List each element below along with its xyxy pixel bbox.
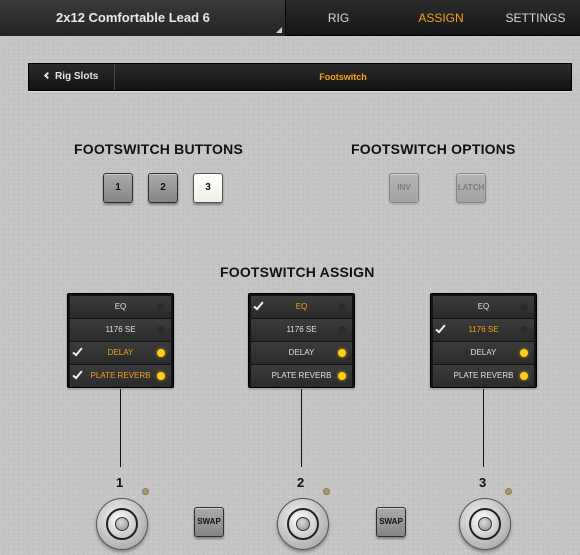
effect-led-icon — [157, 303, 165, 311]
footswitch-assign-heading: FOOTSWITCH ASSIGN — [220, 264, 375, 280]
footswitch-button-3[interactable]: 3 — [193, 173, 223, 203]
effect-led-icon — [157, 372, 165, 380]
assign-list-1: EQ 1176 SE DELAY PLATE REVERB — [67, 293, 174, 388]
assign-item-1176-se[interactable]: 1176 SE — [70, 319, 171, 341]
jack-core-icon — [115, 517, 129, 531]
effect-led-icon — [520, 326, 528, 334]
assign-item-label: EQ — [477, 302, 490, 311]
footswitch-buttons-heading: FOOTSWITCH BUTTONS — [74, 141, 243, 157]
assign-item-plate-reverb[interactable]: PLATE REVERB — [70, 365, 171, 387]
assign-item-delay[interactable]: DELAY — [251, 342, 352, 364]
assign-item-delay[interactable]: DELAY — [433, 342, 534, 364]
assign-list-2: EQ 1176 SE DELAY PLATE REVERB — [248, 293, 355, 388]
checkmark-icon — [253, 299, 264, 311]
effect-led-icon — [157, 349, 165, 357]
assign-item-label: PLATE REVERB — [271, 371, 332, 380]
assign-list-3: EQ 1176 SE DELAY PLATE REVERB — [430, 293, 537, 388]
assign-item-eq[interactable]: EQ — [70, 296, 171, 318]
assign-item-label: DELAY — [470, 348, 497, 357]
jack-ring-icon — [106, 508, 138, 540]
jack-ring-icon — [469, 508, 501, 540]
dropdown-corner-icon — [276, 27, 282, 33]
footswitch-number-1: 1 — [116, 475, 124, 490]
tab-settings[interactable]: SETTINGS — [491, 0, 580, 36]
effect-led-icon — [338, 326, 346, 334]
assign-item-label: EQ — [114, 302, 127, 311]
assign-item-label: DELAY — [288, 348, 315, 357]
back-button-label: Rig Slots — [55, 71, 99, 82]
effect-led-icon — [338, 349, 346, 357]
assign-item-label: EQ — [295, 302, 308, 311]
jack-ring-icon — [287, 508, 319, 540]
tab-assign[interactable]: ASSIGN — [391, 0, 491, 36]
jack-core-icon — [296, 517, 310, 531]
checkmark-icon — [72, 368, 83, 380]
preset-name: 2x12 Comfortable Lead 6 — [56, 10, 210, 25]
assign-item-label: PLATE REVERB — [453, 371, 514, 380]
assign-item-1176-se[interactable]: 1176 SE — [433, 319, 534, 341]
footswitch-button-1[interactable]: 1 — [103, 173, 133, 203]
footswitch-jack-icon[interactable] — [277, 498, 329, 550]
sub-header-bar: Rig Slots Footswitch — [28, 63, 572, 91]
assign-item-label: 1176 SE — [105, 325, 136, 334]
footswitch-button-2[interactable]: 2 — [148, 173, 178, 203]
assign-item-1176-se[interactable]: 1176 SE — [251, 319, 352, 341]
checkmark-icon — [72, 345, 83, 357]
invert-button[interactable]: INV — [389, 173, 419, 203]
footswitch-jack-icon[interactable] — [459, 498, 511, 550]
assign-item-plate-reverb[interactable]: PLATE REVERB — [251, 365, 352, 387]
connector-line-2 — [301, 389, 302, 467]
effect-led-icon — [157, 326, 165, 334]
assign-item-eq[interactable]: EQ — [433, 296, 534, 318]
rig-slots-back-button[interactable]: Rig Slots — [29, 64, 115, 90]
assign-item-eq[interactable]: EQ — [251, 296, 352, 318]
jack-core-icon — [478, 517, 492, 531]
effect-led-icon — [520, 372, 528, 380]
footswitch-status-led-icon — [142, 488, 149, 495]
latch-button[interactable]: LATCH — [456, 173, 486, 203]
assign-item-delay[interactable]: DELAY — [70, 342, 171, 364]
effect-led-icon — [338, 303, 346, 311]
tab-rig[interactable]: RIG — [286, 0, 391, 36]
assign-item-label: DELAY — [107, 348, 134, 357]
connector-line-3 — [483, 389, 484, 467]
connector-line-1 — [120, 389, 121, 467]
footswitch-status-led-icon — [323, 488, 330, 495]
checkmark-icon — [435, 322, 446, 334]
footswitch-number-3: 3 — [479, 475, 487, 490]
swap-button-2-3[interactable]: SWAP — [376, 507, 406, 537]
effect-led-icon — [520, 303, 528, 311]
footswitch-jack-icon[interactable] — [96, 498, 148, 550]
swap-button-1-2[interactable]: SWAP — [194, 507, 224, 537]
footswitch-number-2: 2 — [297, 475, 305, 490]
effect-led-icon — [338, 372, 346, 380]
assign-item-label: 1176 SE — [286, 325, 317, 334]
assign-item-plate-reverb[interactable]: PLATE REVERB — [433, 365, 534, 387]
footswitch-options-heading: FOOTSWITCH OPTIONS — [351, 141, 516, 157]
chevron-left-icon — [43, 71, 52, 80]
preset-name-button[interactable]: 2x12 Comfortable Lead 6 — [0, 0, 286, 36]
assign-item-label: PLATE REVERB — [90, 371, 151, 380]
assign-item-label: 1176 SE — [468, 325, 499, 334]
top-bar: 2x12 Comfortable Lead 6 RIG ASSIGN SETTI… — [0, 0, 580, 36]
page-title: Footswitch — [319, 72, 367, 82]
footswitch-status-led-icon — [505, 488, 512, 495]
effect-led-icon — [520, 349, 528, 357]
